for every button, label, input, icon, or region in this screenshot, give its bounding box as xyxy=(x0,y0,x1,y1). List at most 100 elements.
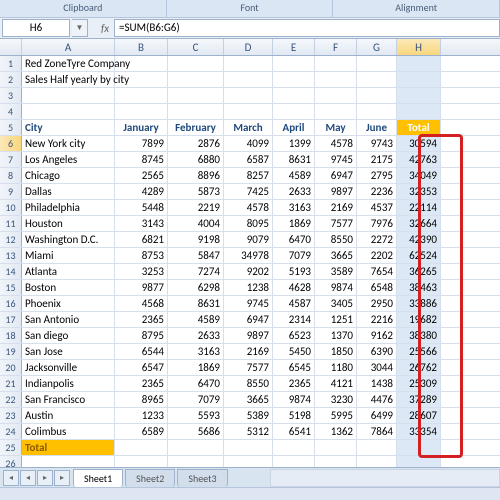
cell[interactable]: 2950 xyxy=(357,296,397,311)
cell[interactable]: 7654 xyxy=(357,264,397,279)
col-header-D[interactable]: D xyxy=(224,39,273,55)
cell[interactable]: 3143 xyxy=(115,216,168,231)
cell[interactable]: San diego xyxy=(22,328,115,343)
cell[interactable]: 4537 xyxy=(357,200,397,215)
cell[interactable] xyxy=(115,440,168,455)
cell[interactable]: 8965 xyxy=(115,392,168,407)
cell[interactable]: 2365 xyxy=(273,376,315,391)
cell[interactable]: 6544 xyxy=(115,344,168,359)
cell[interactable]: 7899 xyxy=(115,136,168,151)
cell[interactable]: 1869 xyxy=(273,216,315,231)
tab-prev-icon[interactable]: ◂ xyxy=(20,470,36,486)
cell[interactable]: 25309 xyxy=(397,376,441,391)
cell[interactable]: 6470 xyxy=(168,376,224,391)
col-header-F[interactable]: F xyxy=(315,39,357,55)
cell[interactable]: 3163 xyxy=(168,344,224,359)
cell[interactable] xyxy=(224,440,273,455)
cell[interactable] xyxy=(397,72,441,87)
cell[interactable]: 8753 xyxy=(115,248,168,263)
cell[interactable]: 6523 xyxy=(273,328,315,343)
cell[interactable]: 42390 xyxy=(397,232,441,247)
cell[interactable]: 6499 xyxy=(357,408,397,423)
cell[interactable]: 2169 xyxy=(315,200,357,215)
cell[interactable] xyxy=(224,56,273,71)
cell[interactable] xyxy=(168,72,224,87)
cell[interactable] xyxy=(168,104,224,119)
cell[interactable]: Dallas xyxy=(22,184,115,199)
cell[interactable]: San Francisco xyxy=(22,392,115,407)
cell[interactable]: 5995 xyxy=(315,408,357,423)
cell[interactable]: 2202 xyxy=(357,248,397,263)
tab-first-icon[interactable]: ◂ xyxy=(3,470,19,486)
cell[interactable] xyxy=(22,104,115,119)
tab-last-icon[interactable]: ▸ xyxy=(54,470,70,486)
row-header[interactable]: 10 xyxy=(0,200,22,215)
cell[interactable]: 8896 xyxy=(168,168,224,183)
cell[interactable]: Colimbus xyxy=(22,424,115,439)
cell[interactable]: 32664 xyxy=(397,216,441,231)
row-header[interactable]: 24 xyxy=(0,424,22,439)
row-header[interactable]: 6 xyxy=(0,136,22,151)
cell[interactable]: 37289 xyxy=(397,392,441,407)
cell[interactable]: 3665 xyxy=(224,392,273,407)
cell[interactable] xyxy=(224,104,273,119)
cell[interactable]: 4568 xyxy=(115,296,168,311)
cell[interactable]: New York city xyxy=(22,136,115,151)
cell[interactable]: Boston xyxy=(22,280,115,295)
cell[interactable]: 2633 xyxy=(273,184,315,199)
cell[interactable] xyxy=(224,88,273,103)
cell[interactable]: 2236 xyxy=(357,184,397,199)
cell[interactable]: 6545 xyxy=(273,360,315,375)
row-header[interactable]: 23 xyxy=(0,408,22,423)
cell[interactable]: 28607 xyxy=(397,408,441,423)
cell[interactable]: 8631 xyxy=(168,296,224,311)
row-header[interactable]: 21 xyxy=(0,376,22,391)
cell[interactable]: 1238 xyxy=(224,280,273,295)
cell[interactable]: 2272 xyxy=(357,232,397,247)
cell[interactable]: Indianpolis xyxy=(22,376,115,391)
cell[interactable]: 1850 xyxy=(315,344,357,359)
cell[interactable] xyxy=(397,104,441,119)
cell[interactable]: 2314 xyxy=(273,312,315,327)
cell[interactable]: 7274 xyxy=(168,264,224,279)
cell[interactable]: 8550 xyxy=(315,232,357,247)
col-header-A[interactable]: A xyxy=(22,39,115,55)
cell[interactable]: 2795 xyxy=(357,168,397,183)
row-header[interactable]: 8 xyxy=(0,168,22,183)
cell[interactable]: 8095 xyxy=(224,216,273,231)
cell[interactable]: 3163 xyxy=(273,200,315,215)
col-header-B[interactable]: B xyxy=(115,39,168,55)
cell[interactable]: 6548 xyxy=(357,280,397,295)
cell[interactable]: 2633 xyxy=(168,328,224,343)
cell[interactable]: 8550 xyxy=(224,376,273,391)
cell[interactable]: 6947 xyxy=(315,168,357,183)
cell[interactable]: 6547 xyxy=(115,360,168,375)
cell[interactable]: February xyxy=(168,120,224,135)
cell[interactable]: 4121 xyxy=(315,376,357,391)
cell[interactable]: 6587 xyxy=(224,152,273,167)
cell[interactable]: 6947 xyxy=(224,312,273,327)
cell[interactable] xyxy=(224,72,273,87)
cell[interactable]: 3253 xyxy=(115,264,168,279)
cell[interactable] xyxy=(315,104,357,119)
cell[interactable]: 7577 xyxy=(315,216,357,231)
cell[interactable]: Jacksonville xyxy=(22,360,115,375)
cell[interactable]: 1869 xyxy=(168,360,224,375)
cell[interactable]: 1438 xyxy=(357,376,397,391)
cell[interactable]: 4587 xyxy=(273,296,315,311)
col-header-C[interactable]: C xyxy=(168,39,224,55)
cell[interactable]: 2565 xyxy=(115,168,168,183)
cell[interactable]: 5450 xyxy=(273,344,315,359)
cell[interactable]: 34049 xyxy=(397,168,441,183)
cell[interactable]: Atlanta xyxy=(22,264,115,279)
cell[interactable] xyxy=(397,88,441,103)
cell[interactable]: 4289 xyxy=(115,184,168,199)
cell[interactable] xyxy=(397,56,441,71)
cell[interactable]: Sales Half yearly by city xyxy=(22,72,115,87)
cell[interactable] xyxy=(273,104,315,119)
row-header[interactable]: 17 xyxy=(0,312,22,327)
cell[interactable] xyxy=(315,88,357,103)
cell[interactable]: 8745 xyxy=(115,152,168,167)
cell[interactable]: 3665 xyxy=(315,248,357,263)
col-header-E[interactable]: E xyxy=(273,39,315,55)
